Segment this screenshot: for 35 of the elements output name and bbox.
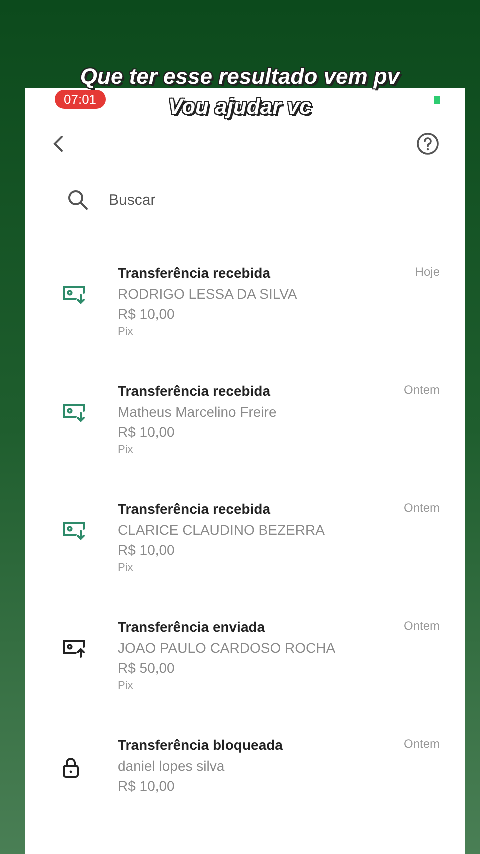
transaction-item[interactable]: Transferência recebida RODRIGO LESSA DA SILVA R$ 10,00 Pix Hoje [25, 264, 440, 382]
caption-text: Vou ajudar vc [168, 93, 312, 122]
transaction-item[interactable]: Transferência bloqueada daniel lopes silva R$ 10,00 Ontem [25, 736, 440, 854]
transaction-title: Transferência enviada [118, 618, 266, 636]
payment-method: Pix [118, 442, 134, 458]
transaction-item[interactable]: Transferência recebida CLARICE CLAUDINO BEZERRA R$ 10,00 Pix Ontem [25, 500, 440, 618]
transaction-item[interactable]: Transferência enviada JOAO PAULO CARDOSO ROCHA R$ 50,00 Pix Ontem [25, 618, 440, 736]
counterparty-name: RODRIGO LESSA DA SILVA [118, 284, 298, 304]
payment-method: Pix [118, 678, 134, 694]
transaction-amount: R$ 50,00 [118, 658, 176, 678]
transaction-date: Ontem [404, 500, 440, 516]
transaction-date: Ontem [404, 618, 440, 634]
transaction-item[interactable]: Transferência recebida Matheus Marcelino Freire R$ 10,00 Pix Ontem [25, 382, 440, 500]
transaction-date: Ontem [404, 736, 440, 752]
counterparty-name: CLARICE CLAUDINO BEZERRA [118, 520, 326, 540]
transaction-date: Hoje [415, 264, 440, 280]
timer-badge: 07:01 [55, 90, 106, 110]
counterparty-name: JOAO PAULO CARDOSO ROCHA [118, 638, 337, 658]
transaction-title: Transferência recebida [118, 382, 272, 400]
counterparty-name: daniel lopes silva [118, 756, 226, 776]
transaction-amount: R$ 10,00 [118, 776, 176, 796]
transaction-title: Transferência bloqueada [118, 736, 284, 754]
payment-method: Pix [118, 560, 134, 576]
search-field[interactable]: Buscar [107, 190, 311, 210]
payment-method: Pix [118, 324, 134, 340]
transaction-amount: R$ 10,00 [118, 540, 176, 560]
transaction-amount: R$ 10,00 [118, 304, 176, 324]
search-icon [67, 189, 89, 212]
transaction-amount: R$ 10,00 [118, 422, 176, 442]
transaction-title: Transferência recebida [118, 264, 272, 282]
transaction-date: Ontem [404, 382, 440, 398]
caption-text: Que ter esse resultado vem pv [80, 63, 400, 91]
counterparty-name: Matheus Marcelino Freire [118, 402, 278, 422]
help-icon[interactable] [416, 132, 440, 156]
transaction-title: Transferência recebida [118, 500, 272, 518]
